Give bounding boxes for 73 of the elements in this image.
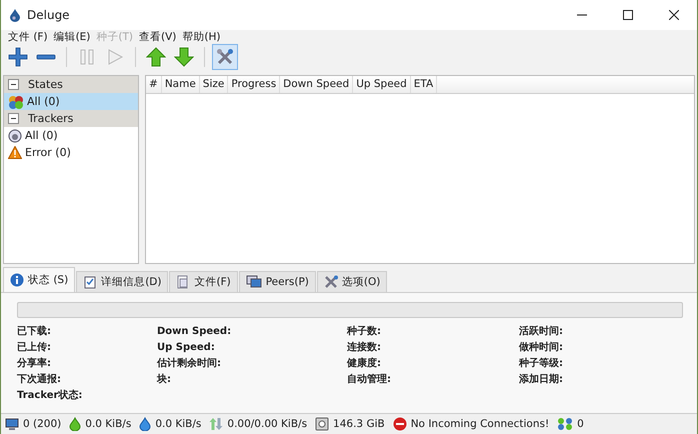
field-label: Tracker状态: (17, 388, 84, 404)
download-speed: 0.0 KiB/s (85, 418, 132, 430)
field-label: 做种时间: (519, 340, 564, 356)
group-header[interactable]: States (4, 76, 138, 94)
dots-icon (557, 417, 574, 432)
upload-speed: 0.0 KiB/s (155, 418, 202, 430)
warning-icon (8, 146, 22, 160)
field-label: 健康度: (347, 356, 382, 372)
protocol-traffic: 0.00/0.00 KiB/s (227, 418, 308, 430)
drop-icon (139, 417, 152, 432)
field-label: 活跃时间: (519, 324, 564, 340)
dht-nodes: 0 (577, 418, 584, 430)
field-label: 下次通报: (17, 372, 62, 388)
tab[interactable]: 文件(F) (169, 271, 238, 292)
column-header[interactable]: Up Speed (353, 76, 411, 94)
preferences-button[interactable] (212, 44, 238, 70)
play-icon (106, 48, 124, 66)
column-header[interactable]: Down Speed (280, 76, 354, 94)
expander[interactable] (8, 79, 19, 90)
column-header[interactable]: Size (200, 76, 228, 94)
column-header[interactable]: ETA (410, 76, 438, 94)
filter-item[interactable]: All (0) (4, 127, 138, 144)
maximize-icon[interactable] (623, 10, 633, 20)
menu-item[interactable]: 文件 (F) (5, 30, 51, 44)
network-status: No Incoming Connections! (410, 418, 550, 430)
tools-icon (216, 48, 234, 66)
drop-icon (69, 417, 82, 432)
close-icon[interactable] (669, 10, 679, 20)
free-space: 146.3 GiB (333, 418, 385, 430)
field-label: 自动管理: (347, 372, 392, 388)
group-label: Trackers (28, 112, 74, 126)
field-label: 连接数: (347, 340, 382, 356)
menu-item[interactable]: 帮助(H) (179, 30, 224, 44)
tab[interactable]: 选项(O) (316, 271, 388, 292)
arrows-icon (209, 417, 224, 432)
filter-item[interactable]: All (0) (4, 93, 138, 110)
field-label: Up Speed: (157, 341, 216, 356)
pause-icon (78, 48, 96, 66)
tools-icon (324, 275, 338, 290)
minus-icon (36, 54, 56, 60)
column-header[interactable]: Progress (228, 76, 280, 94)
connections-status: 0 (200) (23, 418, 62, 430)
window-title: Deluge (27, 8, 70, 22)
menu-item[interactable]: 查看(V) (136, 30, 180, 44)
field-label: 分享率: (17, 356, 52, 372)
up-arrow-icon (146, 47, 166, 68)
field-label: 种子数: (347, 324, 382, 340)
field-label: 已下载: (17, 324, 52, 340)
plus-icon (8, 47, 28, 68)
field-label: 添加日期: (519, 372, 564, 388)
tab[interactable]: 详细信息(D) (76, 271, 168, 292)
no-entry-icon (392, 417, 407, 432)
group-label: States (28, 78, 63, 92)
tab[interactable]: Peers(P) (238, 271, 316, 292)
column-header[interactable]: Name (162, 76, 200, 94)
info-icon (10, 273, 24, 288)
monitors-icon (246, 275, 262, 290)
down-arrow-icon (174, 47, 194, 68)
column-header[interactable]: # (146, 76, 162, 94)
field-label: Down Speed: (157, 325, 232, 340)
monitor-icon (5, 417, 19, 432)
field-label: 已上传: (17, 340, 52, 356)
document-icon (176, 275, 190, 290)
field-label: 估计剩余时间: (157, 356, 222, 372)
app-logo-icon (9, 8, 21, 22)
filter-item[interactable]: Error (0) (4, 144, 138, 162)
menu-item[interactable]: 编辑(E) (50, 30, 94, 44)
tab[interactable]: 状态 (S) (3, 267, 76, 292)
expander[interactable] (8, 113, 19, 124)
clipboard-icon (83, 275, 98, 290)
field-label: 种子等级: (519, 356, 564, 372)
field-label: 块: (157, 372, 172, 388)
group-header[interactable]: Trackers (4, 110, 138, 128)
